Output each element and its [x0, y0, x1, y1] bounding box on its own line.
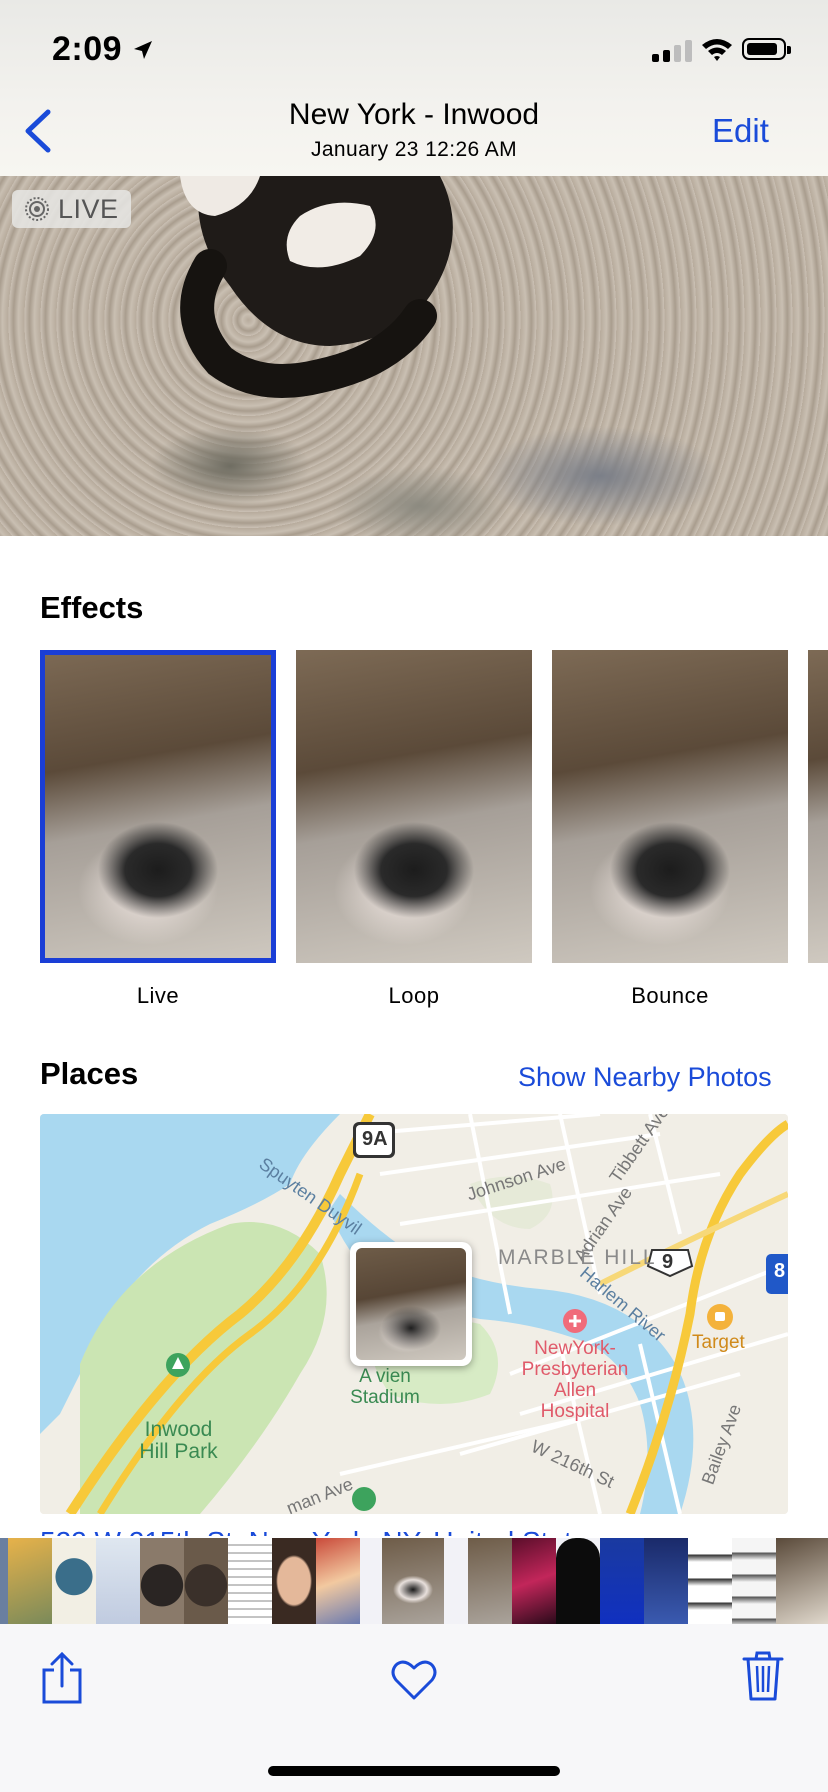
effect-loop-thumbnail[interactable]	[296, 650, 532, 963]
map-label-marble-hill: MARBLE HILL	[498, 1246, 657, 1269]
effect-live-label: Live	[136, 983, 180, 1008]
map-photo-pin[interactable]	[350, 1242, 472, 1366]
edit-button[interactable]: Edit	[712, 112, 769, 150]
live-photo-icon	[25, 197, 49, 221]
status-time: 2:09	[52, 30, 123, 68]
route-9-badge: 9	[662, 1251, 674, 1273]
cellular-signal-icon	[652, 38, 692, 62]
scrubber-thumbnail[interactable]	[600, 1538, 644, 1624]
show-nearby-photos-link[interactable]: Show Nearby Photos	[518, 1062, 772, 1093]
scrubber-thumbnail[interactable]	[776, 1538, 828, 1624]
scrubber-thumbnail[interactable]	[184, 1538, 228, 1624]
photo-date: January 23 12:26 AM	[310, 138, 518, 161]
effect-long-exposure-thumbnail[interactable]	[808, 650, 828, 963]
heart-icon[interactable]	[390, 1658, 438, 1702]
photo-scrubber[interactable]	[0, 1538, 828, 1624]
home-indicator[interactable]	[268, 1766, 560, 1776]
live-label: LIVE	[58, 193, 119, 224]
map-label-stadium: A vien Stadium	[350, 1366, 420, 1408]
effect-live-thumbnail[interactable]	[40, 650, 276, 963]
scrubber-thumbnail[interactable]	[732, 1538, 776, 1624]
effect-loop-label: Loop	[388, 983, 440, 1008]
scrubber-thumbnail[interactable]	[52, 1538, 96, 1624]
photo-preview[interactable]	[0, 176, 828, 536]
live-photo-badge[interactable]: LIVE	[12, 190, 131, 228]
scrubber-thumbnail-current[interactable]	[382, 1538, 444, 1624]
cat-photo	[180, 176, 453, 398]
page-title: New York - Inwood	[288, 98, 540, 131]
route-9a-badge: 9A	[362, 1128, 388, 1150]
scrubber-thumbnail[interactable]	[512, 1538, 556, 1624]
scrubber-thumbnail[interactable]	[688, 1538, 732, 1624]
scrubber-thumbnail[interactable]	[316, 1538, 360, 1624]
effect-bounce-thumbnail[interactable]	[552, 650, 788, 963]
scrubber-thumbnail[interactable]	[272, 1538, 316, 1624]
map-label-inwood-hill-park: Inwood Hill Park	[139, 1418, 218, 1463]
scrubber-thumbnail[interactable]	[140, 1538, 184, 1624]
scrubber-thumbnail[interactable]	[96, 1538, 140, 1624]
share-icon[interactable]	[40, 1652, 84, 1706]
effect-bounce-label: Bounce	[631, 983, 709, 1008]
effects-heading: Effects	[40, 590, 144, 625]
scrubber-thumbnail[interactable]	[8, 1538, 52, 1624]
back-button[interactable]	[20, 108, 60, 154]
address-link[interactable]: 522 W 215th St, New York, NY, United Sta…	[40, 1526, 788, 1536]
map-label-target: Target	[692, 1332, 745, 1353]
location-arrow-icon	[134, 41, 152, 59]
route-87-badge: 8	[774, 1260, 786, 1282]
map-pin-thumbnail	[356, 1248, 466, 1360]
scrubber-thumbnail[interactable]	[228, 1538, 272, 1624]
battery-icon	[742, 38, 791, 60]
places-heading: Places	[40, 1056, 139, 1091]
map-label-allen-hospital: NewYork- Presbyterian Allen Hospital	[521, 1338, 629, 1422]
scrubber-thumbnail[interactable]	[468, 1538, 512, 1624]
scrubber-thumbnail[interactable]	[556, 1538, 600, 1624]
scrubber-thumbnail[interactable]	[644, 1538, 688, 1624]
trash-icon[interactable]	[742, 1650, 784, 1702]
scrubber-thumbnail[interactable]	[0, 1538, 8, 1624]
wifi-icon	[702, 39, 732, 61]
